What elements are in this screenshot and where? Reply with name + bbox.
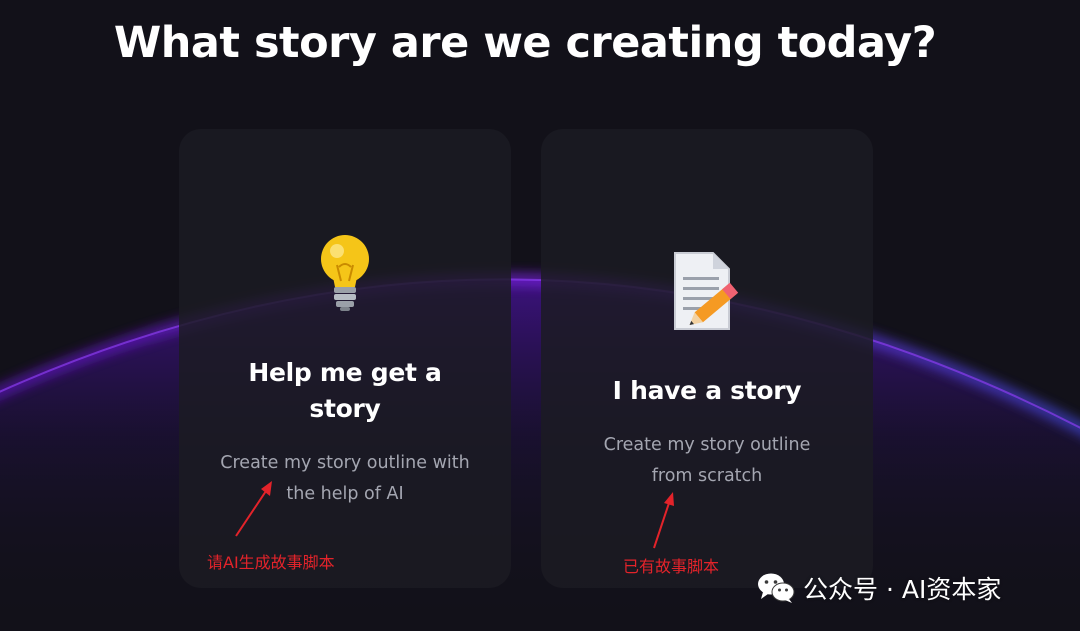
wechat-icon [758,573,795,603]
background-glow [0,0,1080,631]
card-title: Help me get a story [248,358,442,423]
card-title: I have a story [612,376,802,405]
lightbulb-icon [321,235,369,311]
card-description: Create my story outline with the help of… [220,453,470,504]
card-description: Create my story outline from scratch [603,435,811,486]
option-card-have-story[interactable]: I have a story Create my story outline f… [541,129,873,588]
page-title: What story are we creating today? [113,18,937,68]
watermark: 公众号 · AI资本家 [757,570,1001,606]
annotation-label: 已有故事脚本 [623,557,720,576]
memo-pencil-icon [674,252,739,330]
watermark-text: 公众号 · AI资本家 [803,575,1002,604]
annotation-label: 请AI生成故事脚本 [207,553,335,572]
option-card-help-me[interactable]: Help me get a story Create my story outl… [179,129,511,588]
